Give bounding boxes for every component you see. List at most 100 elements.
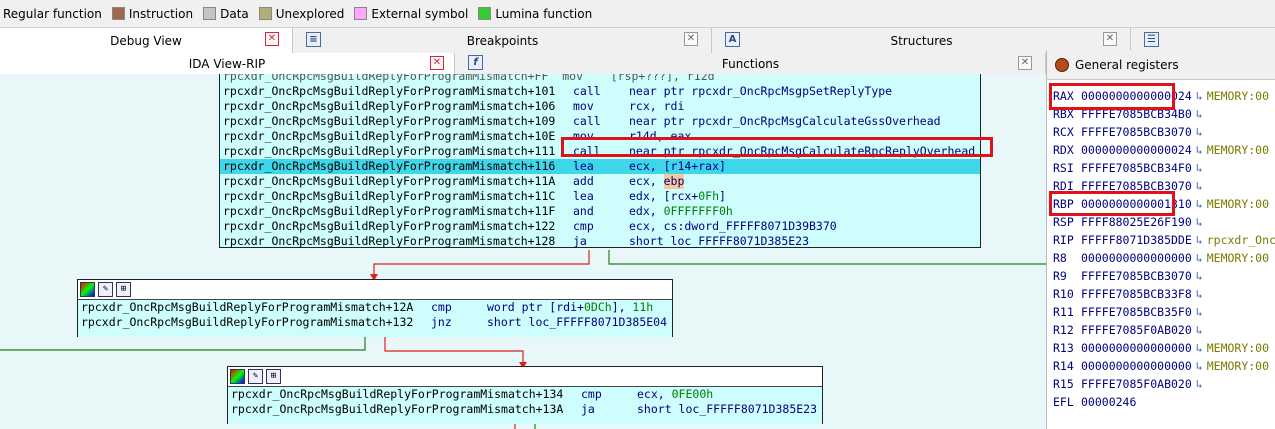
code-row[interactable]: rpcxdr_OncRpcMsgBuildReplyForProgramMism… (228, 387, 822, 402)
legend-label: Data (220, 6, 249, 21)
color-icon[interactable] (80, 282, 95, 297)
registers-title: General registers (1075, 57, 1179, 72)
code-row[interactable]: rpcxdr_OncRpcMsgBuildReplyForProgramMism… (220, 99, 980, 114)
register-row-rbx[interactable]: RBX FFFFE7085BCB34B0 ↳ (1053, 105, 1203, 123)
instruction-mnemonic: mov (573, 99, 594, 113)
code-row[interactable]: rpcxdr_OncRpcMsgBuildReplyForProgramMism… (220, 114, 980, 129)
instruction-immediate: 0DCh (583, 300, 612, 314)
register-row-r13[interactable]: R13 0000000000000000 ↳ MEMORY:00 (1053, 339, 1269, 357)
jump-arrow-icon: ↳ (1195, 143, 1203, 157)
register-row-r8[interactable]: R8 0000000000000000 ↳ MEMORY:00 (1053, 249, 1269, 267)
register-row-r15[interactable]: R15 FFFFE7085F0AB020 ↳ (1053, 375, 1203, 393)
close-icon[interactable]: ✕ (1103, 32, 1117, 46)
close-icon[interactable]: ✕ (1018, 56, 1032, 70)
close-icon[interactable]: ✕ (684, 32, 698, 46)
register-value: FFFFE7085BCB33F8 (1081, 287, 1192, 301)
code-block-3[interactable]: ✎ ⊞ rpcxdr_OncRpcMsgBuildReplyForProgram… (227, 366, 823, 424)
register-row-r9[interactable]: R9 FFFFE7085BCB3070 ↳ (1053, 267, 1203, 285)
graph-icon[interactable]: ⊞ (266, 369, 281, 384)
register-target: rpcxdr_Onc (1206, 233, 1275, 247)
instruction-address: rpcxdr_OncRpcMsgBuildReplyForProgramMism… (223, 174, 556, 188)
color-icon[interactable] (230, 369, 245, 384)
breakpoints-icon: ≡ (306, 32, 321, 47)
close-icon[interactable]: ✕ (265, 32, 279, 46)
register-row-r10[interactable]: R10 FFFFE7085BCB33F8 ↳ (1053, 285, 1203, 303)
tab-debug-view[interactable]: Debug View ✕ (0, 28, 293, 53)
tab-label: IDA View-RIP (188, 56, 266, 71)
register-row-r11[interactable]: R11 FFFFE7085BCB35F0 ↳ (1053, 303, 1203, 321)
code-row[interactable]: rpcxdr_OncRpcMsgBuildReplyForProgramMism… (220, 129, 980, 144)
graph-icon[interactable]: ⊞ (116, 282, 131, 297)
register-value: FFFFE7085F0AB020 (1081, 377, 1192, 391)
tab-label: Breakpoints (466, 33, 539, 48)
tab-breakpoints[interactable]: ≡ Breakpoints ✕ (294, 28, 712, 53)
instruction-address: rpcxdr_OncRpcMsgBuildReplyForProgramMism… (231, 402, 564, 416)
instruction-operand: ecx, (637, 387, 672, 401)
code-row[interactable]: rpcxdr_OncRpcMsgBuildReplyForProgramMism… (220, 234, 980, 249)
code-row[interactable]: rpcxdr_OncRpcMsgBuildReplyForProgramMism… (220, 144, 980, 159)
code-block-1[interactable]: rpcxdr_OncRpcMsgBuildReplyForProgramMism… (219, 74, 981, 248)
register-name: R13 (1053, 341, 1074, 355)
bug-icon (1055, 57, 1069, 72)
register-row-rsi[interactable]: RSI FFFFE7085BCB34F0 ↳ (1053, 159, 1203, 177)
code-row[interactable]: rpcxdr_OncRpcMsgBuildReplyForProgramMism… (78, 315, 672, 330)
instruction-operand: short loc_FFFFF8071D385E23 (629, 234, 810, 248)
instruction-immediate: 0Fh (698, 189, 720, 203)
jump-arrow-icon: ↳ (1195, 179, 1203, 193)
register-target: MEMORY:00 (1206, 143, 1270, 157)
code-row[interactable]: rpcxdr_OncRpcMsgBuildReplyForProgramMism… (220, 189, 980, 204)
structures-icon: A (725, 32, 740, 47)
node-header: ✎ ⊞ (78, 280, 672, 300)
register-row-efl[interactable]: EFL 00000246 (1053, 393, 1136, 411)
code-row[interactable]: rpcxdr_OncRpcMsgBuildReplyForProgramMism… (220, 219, 980, 234)
instruction-address: rpcxdr_OncRpcMsgBuildReplyForProgramMism… (81, 315, 414, 329)
register-name: RSP (1053, 215, 1074, 229)
code-row[interactable]: rpcxdr_OncRpcMsgBuildReplyForProgramMism… (220, 204, 980, 219)
second-tab-bar: IDA View-RIP ✕ f Functions ✕ (0, 53, 1046, 74)
tab-ida-view-rip[interactable]: IDA View-RIP ✕ (0, 53, 455, 74)
register-row-rax[interactable]: RAX 0000000000000024 ↳ MEMORY:00 (1053, 87, 1269, 105)
rename-icon[interactable]: ✎ (98, 282, 113, 297)
instruction-mnemonic: call (573, 84, 601, 98)
register-row-rip[interactable]: RIP FFFFF8071D385DDE ↳ rpcxdr_Onc (1053, 231, 1275, 249)
register-value: 00000246 (1081, 395, 1137, 409)
tab-functions[interactable]: f Functions ✕ (456, 53, 1046, 74)
tab-label: Structures (890, 33, 953, 48)
instruction-address: rpcxdr_OncRpcMsgBuildReplyForProgramMism… (223, 219, 556, 233)
register-row-rdi[interactable]: RDI FFFFE7085BCB3070 ↳ (1053, 177, 1203, 195)
register-row-r12[interactable]: R12 FFFFE7085F0AB020 ↳ (1053, 321, 1203, 339)
register-value: 0000000000000000 (1081, 359, 1192, 373)
code-row[interactable]: rpcxdr_OncRpcMsgBuildReplyForProgramMism… (220, 174, 980, 189)
instruction-address: rpcxdr_OncRpcMsgBuildReplyForProgramMism… (81, 300, 414, 314)
jump-arrow-icon: ↳ (1195, 359, 1203, 373)
code-row[interactable]: rpcxdr_OncRpcMsgBuildReplyForProgramMism… (78, 300, 672, 315)
graph-view[interactable]: rpcxdr_OncRpcMsgBuildReplyForProgramMism… (0, 74, 1046, 429)
instruction-mnemonic: ja (573, 234, 587, 248)
code-row[interactable]: rpcxdr_OncRpcMsgBuildReplyForProgramMism… (220, 159, 980, 174)
register-name: R15 (1053, 377, 1074, 391)
register-row-rbp[interactable]: RBP 0000000000001310 ↳ MEMORY:00 (1053, 195, 1269, 213)
instruction-address: rpcxdr_OncRpcMsgBuildReplyForProgramMism… (223, 114, 556, 128)
close-icon[interactable]: ✕ (430, 56, 444, 70)
register-target: MEMORY:00 (1206, 197, 1270, 211)
code-row[interactable]: rpcxdr_OncRpcMsgBuildReplyForProgramMism… (220, 84, 980, 99)
jump-arrow-icon: ↳ (1195, 323, 1203, 337)
legend-item: Instruction (108, 7, 193, 21)
register-row-rdx[interactable]: RDX 0000000000000024 ↳ MEMORY:00 (1053, 141, 1269, 159)
register-row-r14[interactable]: R14 0000000000000000 ↳ MEMORY:00 (1053, 357, 1269, 375)
legend-label: Unexplored (275, 6, 345, 21)
register-row-rsp[interactable]: RSP FFFF88025E26F190 ↳ (1053, 213, 1203, 231)
register-name: R9 (1053, 269, 1067, 283)
instruction-mnemonic: and (573, 204, 594, 218)
general-registers-panel: General registers RAX 0000000000000024 ↳ ME… (1046, 50, 1275, 429)
code-block-2[interactable]: ✎ ⊞ rpcxdr_OncRpcMsgBuildReplyForProgram… (77, 279, 673, 337)
legend-label: Regular function (3, 6, 102, 21)
register-value: FFFFE7085BCB34F0 (1081, 161, 1192, 175)
rename-icon[interactable]: ✎ (248, 369, 263, 384)
register-value: FFFFE7085BCB3070 (1081, 179, 1192, 193)
instruction-operand: near ptr rpcxdr_OncRpcMsgpSetReplyType (629, 84, 893, 98)
code-row[interactable]: rpcxdr_OncRpcMsgBuildReplyForProgramMism… (228, 402, 822, 417)
instruction-operand: word ptr [rdi+ (487, 300, 584, 314)
tab-label: Functions (721, 56, 780, 71)
register-row-rcx[interactable]: RCX FFFFE7085BCB3070 ↳ (1053, 123, 1203, 141)
